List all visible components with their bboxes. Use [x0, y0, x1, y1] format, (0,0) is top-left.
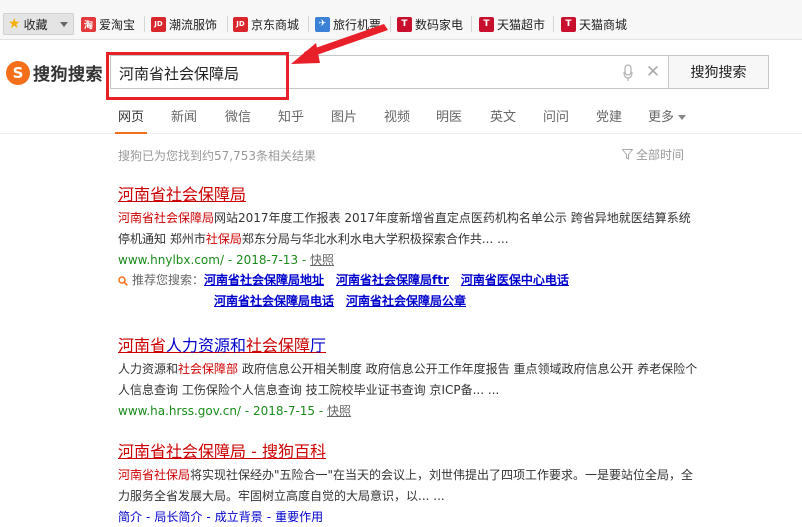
filter-icon	[622, 149, 633, 160]
recommend-link[interactable]: 河南省社会保障局ftr	[336, 273, 449, 287]
tab-more-label: 更多	[648, 110, 675, 125]
bookmark-label: 天猫超市	[497, 17, 546, 32]
result-url: www.hnylbx.com/ - 2018-7-13 - 快照	[118, 253, 335, 267]
chevron-down-icon	[60, 22, 68, 27]
taobao-icon: 淘	[81, 16, 96, 32]
result-url: www.ha.hrss.gov.cn/ - 2018-7-15 - 快照	[118, 404, 352, 418]
tab-wenwen[interactable]: 问问	[543, 106, 569, 125]
tab-video[interactable]: 视频	[384, 106, 410, 125]
bookmark-tmall-market[interactable]: T 天猫超市	[479, 14, 545, 34]
tmall-icon: T	[397, 16, 412, 32]
recommend-label: 推荐您搜索：	[132, 273, 205, 287]
search-result: 河南省人力资源和社会保障厅 人力资源和社会保障部 政府信息公开相关制度 政府信息…	[118, 332, 698, 421]
jd-icon: JD	[233, 16, 248, 32]
time-filter[interactable]: 全部时间	[622, 146, 684, 163]
result-snippet: 人力资源和社会保障部 政府信息公开相关制度 政府信息公开工作年度报告 重点领域政…	[118, 362, 698, 397]
recommend-link[interactable]: 河南省社会保障局公章	[346, 294, 466, 308]
bookmark-aitaobao[interactable]: 淘 爱淘宝	[81, 14, 135, 34]
recommend-link[interactable]: 河南省社会保障局电话	[214, 294, 334, 308]
result-title-link[interactable]: 河南省人力资源和社会保障厅	[118, 332, 698, 356]
search-result: 河南省社会保障局 河南省社会保障局网站2017年度工作报表 2017年度新增省直…	[118, 181, 698, 312]
bookmark-chaoliu[interactable]: JD 潮流服饰	[151, 14, 217, 34]
tab-english[interactable]: 英文	[490, 106, 516, 125]
recommend-searches-row2: 河南省社会保障局电话 河南省社会保障局公章	[118, 291, 698, 312]
snapshot-link[interactable]: 快照	[327, 404, 351, 418]
time-filter-label: 全部时间	[636, 148, 685, 162]
tab-mingyi[interactable]: 明医	[436, 106, 462, 125]
tab-images[interactable]: 图片	[331, 106, 357, 125]
bookmark-travel[interactable]: ✈ 旅行机票	[315, 14, 381, 34]
tmall-icon: T	[561, 16, 576, 32]
microphone-icon[interactable]	[623, 64, 633, 82]
result-count: 搜狗已为您找到约57,753条相关结果	[118, 149, 316, 163]
result-snippet: 河南省社会保障局网站2017年度工作报表 2017年度新增省直定点医药机构名单公…	[118, 211, 691, 246]
bookmark-label: 旅行机票	[333, 17, 382, 32]
star-icon: ★	[8, 16, 21, 32]
bookmark-label: 京东商城	[251, 17, 300, 32]
sogou-logo[interactable]: S 搜狗搜索	[6, 60, 103, 85]
bookmark-label: 数码家电	[415, 17, 464, 32]
bookmarks-bar: ★ 收藏 淘 爱淘宝 JD 潮流服饰 JD 京东商城 ✈ 旅行机票 T 数码家电…	[0, 0, 802, 40]
tmall-icon: T	[479, 16, 494, 32]
recommend-link[interactable]: 河南省社会保障局地址	[204, 273, 324, 287]
search-tabs: 网页 新闻 微信 知乎 图片 视频 明医 英文 问问 党建 更多	[0, 104, 802, 134]
recommend-link[interactable]: 河南省医保中心电话	[461, 273, 569, 287]
sublink[interactable]: 重要作用	[275, 510, 323, 524]
sublink[interactable]: 局长简介	[154, 510, 202, 524]
search-icon	[118, 275, 128, 286]
annotation-highlight-box	[106, 52, 289, 100]
bookmark-label: 天猫商城	[579, 17, 628, 32]
favorites-label: 收藏	[23, 17, 48, 32]
result-title-link[interactable]: 河南省社会保障局 - 搜狗百科	[118, 438, 698, 462]
search-result: 河南省社会保障局 - 搜狗百科 河南省社保局将实现社保经办"五险合一"在当天的会…	[118, 438, 698, 527]
bookmark-jd[interactable]: JD 京东商城	[233, 14, 299, 34]
tab-news[interactable]: 新闻	[171, 106, 197, 125]
search-button[interactable]: 搜狗搜索	[668, 55, 769, 89]
plane-icon: ✈	[315, 16, 330, 32]
close-icon[interactable]: ✕	[645, 63, 661, 81]
result-sublinks: 简介 - 局长简介 - 成立背景 - 重要作用	[118, 510, 324, 524]
sublink[interactable]: 简介	[118, 510, 142, 524]
recommend-searches: 推荐您搜索：河南省社会保障局地址 河南省社会保障局ftr 河南省医保中心电话	[118, 270, 698, 291]
tab-web[interactable]: 网页	[118, 106, 144, 125]
sublink[interactable]: 成立背景	[215, 510, 263, 524]
bookmark-label: 潮流服饰	[169, 17, 218, 32]
tab-zhihu[interactable]: 知乎	[278, 106, 304, 125]
result-snippet: 河南省社保局将实现社保经办"五险合一"在当天的会议上，刘世伟提出了四项工作要求。…	[118, 468, 694, 503]
snapshot-link[interactable]: 快照	[310, 253, 334, 267]
sogou-logo-icon: S	[6, 60, 30, 85]
active-tab-indicator	[115, 132, 147, 134]
bookmark-label: 爱淘宝	[99, 17, 136, 32]
jd-icon: JD	[151, 16, 166, 32]
chevron-down-icon	[678, 115, 687, 120]
tab-more[interactable]: 更多	[648, 106, 687, 125]
bookmark-tmall[interactable]: T 天猫商城	[561, 14, 627, 34]
sogou-logo-text: 搜狗搜索	[33, 65, 103, 85]
tab-weixin[interactable]: 微信	[225, 106, 251, 125]
bookmark-digital[interactable]: T 数码家电	[397, 14, 463, 34]
tab-party[interactable]: 党建	[596, 106, 622, 125]
result-title-link[interactable]: 河南省社会保障局	[118, 181, 698, 205]
favorites-button[interactable]: ★ 收藏	[3, 13, 74, 35]
